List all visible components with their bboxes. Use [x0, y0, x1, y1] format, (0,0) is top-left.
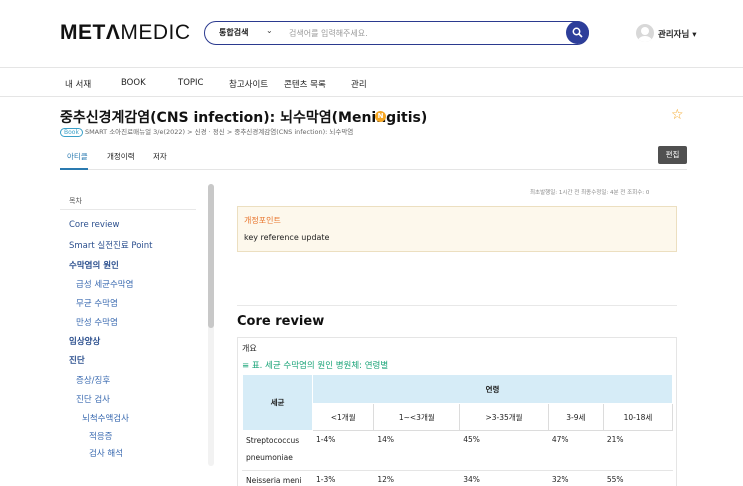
value-cell: 1-3% [311, 470, 375, 486]
top-header: METΛMEDIC 통합검색 ⌄ 관리자님 ▾ [0, 0, 743, 68]
toc-item[interactable]: 급성 세균수막염 [76, 278, 133, 290]
metamedic-logo[interactable]: METΛMEDIC [60, 21, 191, 45]
toc-title: 목차 [69, 197, 82, 205]
book-badge: Book [60, 128, 83, 137]
nav-admin[interactable]: 관리 [351, 78, 367, 90]
value-cell: 1-4% [311, 430, 375, 471]
breadcrumb: Book SMART 소아진료매뉴얼 3/e(2022) > 신경 · 정신 > … [60, 126, 353, 137]
tab-article[interactable]: 아티클 [67, 151, 88, 162]
toc-item[interactable]: 진단 [69, 354, 85, 366]
search-scope-select[interactable]: 통합검색 [219, 27, 248, 38]
pathogen-cell: Neisseria meni [242, 470, 313, 486]
toc-item[interactable]: Smart 실전진료 Point [69, 239, 153, 251]
value-cell: 32% [547, 470, 604, 486]
value-cell: 12% [373, 470, 461, 486]
active-tab-indicator [60, 168, 88, 170]
table-row: Streptococcus pneumoniae 1-4% 14% 45% 47… [242, 430, 674, 471]
pathogen-cell: Streptococcus pneumoniae [242, 430, 313, 471]
table-row: Neisseria meni 1-3% 12% 34% 32% 55% [242, 470, 674, 486]
toc-item[interactable]: 무균 수막염 [76, 297, 118, 309]
toc-item[interactable]: 수막염의 원인 [69, 259, 119, 271]
revision-text: key reference update [244, 233, 330, 242]
toc-item[interactable]: 적응증 [89, 430, 112, 442]
page-title: 중추신경계감염(CNS infection): 뇌수막염(Meningitis) [60, 110, 428, 126]
new-badge: N [375, 111, 386, 122]
nav-book[interactable]: BOOK [121, 78, 146, 88]
tab-revision-history[interactable]: 개정이력 [107, 151, 135, 162]
article-tabs: 아티클 개정이력 저자 [60, 148, 687, 170]
value-cell: 47% [547, 430, 604, 471]
toc-item[interactable]: 임상양상 [69, 335, 100, 347]
age-group-header: <1개월 [311, 403, 375, 431]
toc-scrollbar[interactable] [208, 184, 214, 328]
toc-item[interactable]: 증상/징후 [76, 374, 110, 386]
value-cell: 34% [459, 470, 549, 486]
overview-label: 개요 [242, 344, 257, 353]
main-nav: 내 서재 BOOK TOPIC 참고사이트 콘텐츠 목록 관리 [0, 69, 743, 97]
toc-item[interactable]: 검사 해석 [89, 447, 123, 459]
value-cell: 45% [459, 430, 549, 471]
search-input[interactable] [289, 25, 559, 41]
value-cell: 14% [373, 430, 461, 471]
col-header-pathogen: 세균 [242, 374, 313, 431]
value-cell: 21% [602, 430, 674, 471]
age-group-header: >3-35개월 [459, 403, 549, 431]
article-meta: 최초발행일: 1시간 전 최종수정일: 4분 전 조회수: 0 [530, 190, 650, 196]
chevron-down-icon[interactable]: ⌄ [266, 26, 273, 35]
toc-item[interactable]: 뇌척수액검사 [82, 412, 129, 424]
pathogen-table: 세균 연령 <1개월 1~<3개월 >3-35개월 3-9세 10-18세 St… [242, 374, 674, 486]
user-name: 관리자님 ▾ [658, 30, 697, 40]
nav-my-library[interactable]: 내 서재 [65, 78, 91, 90]
tab-author[interactable]: 저자 [153, 151, 167, 162]
age-group-header: 3-9세 [547, 403, 604, 431]
revision-points-box: 개정포인트 key reference update [237, 206, 677, 252]
nav-topic[interactable]: TOPIC [178, 78, 203, 88]
nav-reference-sites[interactable]: 참고사이트 [229, 78, 268, 90]
breadcrumb-text[interactable]: SMART 소아진료매뉴얼 3/e(2022) > 신경 · 정신 > 중추신경… [85, 128, 353, 136]
toc-item[interactable]: 만성 수막염 [76, 316, 118, 328]
section-divider [237, 305, 677, 306]
age-group-header: 1~<3개월 [373, 403, 461, 431]
section-title: Core review [237, 314, 325, 329]
search-bar: 통합검색 ⌄ [204, 21, 589, 45]
search-icon [572, 27, 583, 38]
toc-divider [60, 209, 196, 210]
age-group-header: 10-18세 [602, 403, 674, 431]
value-cell: 55% [602, 470, 674, 486]
nav-content-list[interactable]: 콘텐츠 목록 [284, 78, 326, 90]
toc-item[interactable]: 진단 검사 [76, 393, 110, 405]
star-icon[interactable]: ☆ [671, 107, 684, 123]
toc-item[interactable]: Core review [69, 220, 120, 230]
logo-light: MEDIC [120, 21, 191, 44]
revision-heading: 개정포인트 [244, 216, 281, 225]
table-caption[interactable]: ≡ 표. 세균 수막염의 원인 병원체: 연령별 [242, 359, 388, 371]
search-button[interactable] [566, 21, 589, 44]
avatar [636, 24, 654, 42]
logo-bold: METΛ [60, 21, 121, 44]
edit-button[interactable]: 편집 [658, 146, 687, 164]
col-header-age: 연령 [312, 374, 673, 404]
